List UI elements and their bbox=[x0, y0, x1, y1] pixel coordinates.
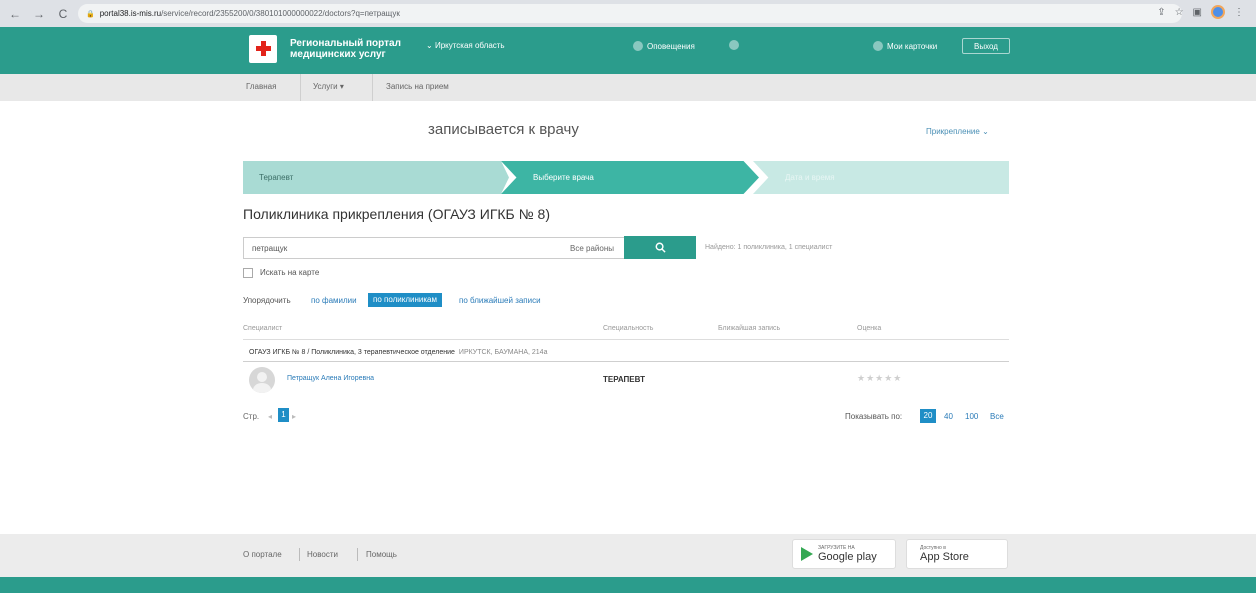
breadcrumb-current: Запись на прием bbox=[386, 82, 449, 91]
footer-news-link[interactable]: Новости bbox=[307, 550, 338, 559]
region-selector[interactable]: ⌄ Иркутская область bbox=[426, 41, 505, 50]
step-specialty[interactable]: Терапевт bbox=[243, 161, 503, 194]
app-store-button[interactable]: Доступно в App Store bbox=[906, 539, 1008, 569]
step-date-time: Дата и время bbox=[753, 161, 1009, 194]
breadcrumb-divider bbox=[300, 74, 301, 101]
page-title: записывается к врачу bbox=[428, 121, 579, 138]
column-header-specialty: Специальность bbox=[603, 325, 654, 332]
notifications-link[interactable]: Оповещения bbox=[633, 41, 695, 51]
pager-label: Стр. bbox=[243, 412, 260, 421]
prev-page-icon[interactable]: ◂ bbox=[268, 412, 272, 421]
back-icon[interactable]: ← bbox=[6, 5, 24, 23]
clinic-address: ИРКУТСК, БАУМАНА, 214а bbox=[458, 349, 548, 356]
footer-help-link[interactable]: Помощь bbox=[366, 550, 397, 559]
per-page-20[interactable]: 20 bbox=[920, 409, 936, 423]
card-icon bbox=[873, 41, 883, 51]
google-play-label: Google play bbox=[818, 551, 877, 563]
doctor-specialty: ТЕРАПЕВТ bbox=[603, 375, 645, 384]
column-header-specialist: Специалист bbox=[243, 325, 283, 332]
profile-avatar-icon[interactable] bbox=[1211, 5, 1225, 19]
google-play-button[interactable]: ЗАГРУЗИТЕ НА Google play bbox=[792, 539, 896, 569]
menu-kebab-icon[interactable]: ⋮ bbox=[1234, 7, 1244, 18]
column-header-rating: Оценка bbox=[857, 325, 882, 332]
share-icon[interactable]: ⇪ bbox=[1157, 7, 1165, 18]
url-host: portal38.is-mis.ru bbox=[99, 9, 162, 18]
tab-search-icon[interactable]: ▣ bbox=[1193, 7, 1202, 18]
search-input[interactable]: петращук Все районы bbox=[243, 237, 625, 259]
column-header-nearest: Ближайшая запись bbox=[718, 325, 781, 332]
forward-icon[interactable]: → bbox=[30, 5, 48, 23]
booking-steps: Терапевт Выберите врача Дата и время bbox=[243, 161, 1009, 194]
page-current[interactable]: 1 bbox=[278, 408, 289, 422]
per-page-all[interactable]: Все bbox=[990, 412, 1004, 421]
chevron-down-icon: ⌄ bbox=[426, 41, 435, 50]
chevron-down-icon: ⌄ bbox=[982, 127, 989, 136]
per-page-label: Показывать по: bbox=[845, 412, 903, 421]
doctor-name-link[interactable]: Петращук Алена Игоревна bbox=[287, 375, 374, 382]
sort-by-clinic[interactable]: по поликлиникам bbox=[368, 293, 442, 307]
sort-by-nearest[interactable]: по ближайшей записи bbox=[459, 296, 541, 305]
map-search-label[interactable]: Искать на карте bbox=[260, 268, 319, 277]
site-header: Региональный портал медицинских услуг ⌄ … bbox=[0, 27, 1256, 74]
footer-about-link[interactable]: О портале bbox=[243, 550, 282, 559]
divider bbox=[243, 339, 1009, 340]
bottom-bar bbox=[0, 577, 1256, 593]
per-page-100[interactable]: 100 bbox=[965, 412, 978, 421]
breadcrumb-home[interactable]: Главная bbox=[246, 82, 276, 91]
breadcrumb: Главная Услуги ▾ Запись на прием bbox=[0, 74, 1256, 101]
clinic-heading: Поликлиника прикрепления (ОГАУЗ ИГКБ № 8… bbox=[243, 206, 550, 222]
url-path: /service/record/2355200/0/38010100000002… bbox=[161, 9, 400, 18]
districts-select[interactable]: Все районы bbox=[570, 244, 614, 253]
portal-logo-icon[interactable] bbox=[249, 35, 277, 63]
clinic-group-row: ОГАУЗ ИГКБ № 8 / Поликлиника, 3 терапевт… bbox=[249, 349, 547, 356]
browser-toolbar: ← → C 🔒 portal38.is-mis.ru /service/reco… bbox=[0, 0, 1256, 27]
next-page-icon[interactable]: ▸ bbox=[292, 412, 296, 421]
doctor-avatar bbox=[249, 367, 275, 393]
sort-label: Упорядочить bbox=[243, 296, 291, 305]
site-footer: О портале Новости Помощь ЗАГРУЗИТЕ НА Go… bbox=[0, 534, 1256, 577]
portal-title[interactable]: Региональный портал медицинских услуг bbox=[290, 38, 430, 60]
region-label: Иркутская область bbox=[434, 41, 505, 50]
breadcrumb-divider bbox=[372, 74, 373, 101]
notifications-label: Оповещения bbox=[647, 41, 695, 51]
app-store-label: App Store bbox=[920, 551, 969, 563]
search-button[interactable] bbox=[624, 236, 696, 259]
my-cards-label: Мои карточки bbox=[887, 41, 938, 51]
reload-icon[interactable]: C bbox=[54, 5, 72, 23]
per-page-40[interactable]: 40 bbox=[944, 412, 953, 421]
divider bbox=[243, 361, 1009, 362]
user-icon[interactable] bbox=[729, 40, 739, 50]
search-value: петращук bbox=[252, 244, 288, 253]
search-results-count: Найдено: 1 поликлиника, 1 специалист bbox=[705, 244, 833, 251]
bookmark-star-icon[interactable]: ☆ bbox=[1175, 7, 1184, 18]
logout-button[interactable]: Выход bbox=[962, 38, 1010, 54]
breadcrumb-services-label: Услуги bbox=[313, 82, 338, 91]
attachment-dropdown[interactable]: Прикрепление ⌄ bbox=[926, 127, 989, 136]
google-play-icon bbox=[801, 547, 813, 561]
attachment-label: Прикрепление bbox=[926, 127, 980, 136]
search-icon bbox=[655, 242, 666, 253]
map-search-checkbox[interactable] bbox=[243, 268, 253, 278]
step-choose-doctor: Выберите врача bbox=[501, 161, 759, 194]
address-bar[interactable]: 🔒 portal38.is-mis.ru /service/record/235… bbox=[78, 4, 1182, 23]
footer-divider bbox=[299, 548, 300, 561]
clinic-name: ОГАУЗ ИГКБ № 8 / Поликлиника, 3 терапевт… bbox=[249, 349, 455, 356]
my-cards-link[interactable]: Мои карточки bbox=[873, 41, 937, 51]
sort-by-name[interactable]: по фамилии bbox=[311, 296, 357, 305]
footer-divider bbox=[357, 548, 358, 561]
lock-icon: 🔒 bbox=[86, 10, 95, 18]
bell-icon bbox=[633, 41, 643, 51]
rating-stars: ★★★★★ bbox=[857, 373, 903, 383]
browser-actions: ⇪ ☆ ▣ ⋮ bbox=[1157, 5, 1244, 19]
breadcrumb-services[interactable]: Услуги ▾ bbox=[313, 82, 344, 91]
